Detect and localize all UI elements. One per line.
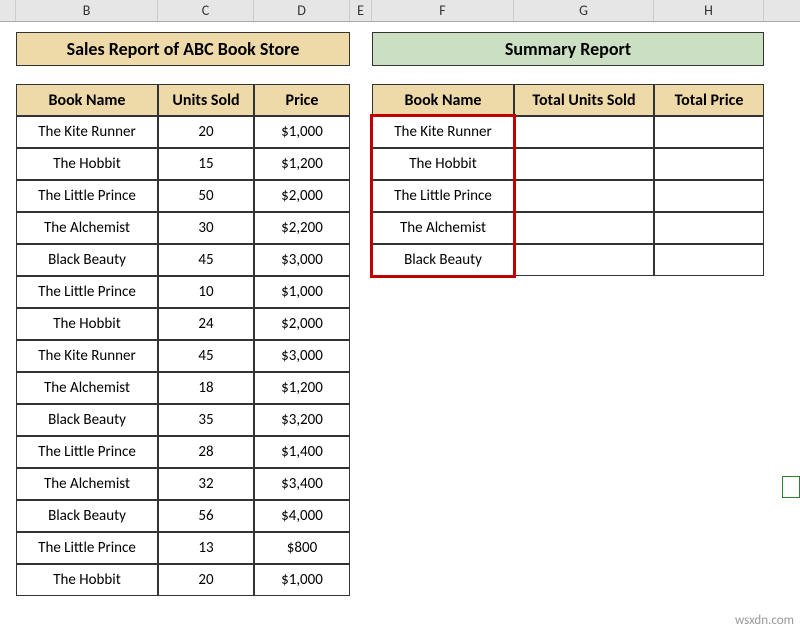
sales-cell-price[interactable]: $1,400 xyxy=(254,436,350,468)
sales-cell-price[interactable]: $2,000 xyxy=(254,308,350,340)
sales-cell-price[interactable]: $2,000 xyxy=(254,180,350,212)
sales-cell-price[interactable]: $1,000 xyxy=(254,564,350,596)
summary-cell-book[interactable]: Black Beauty xyxy=(372,244,514,276)
sales-cell-book[interactable]: The Little Prince xyxy=(16,180,158,212)
sales-cell-units[interactable]: 32 xyxy=(158,468,254,500)
selection-edge-indicator xyxy=(782,476,800,498)
sales-cell-price[interactable]: $1,000 xyxy=(254,116,350,148)
sales-cell-book[interactable]: The Alchemist xyxy=(16,212,158,244)
sales-cell-book[interactable]: The Little Prince xyxy=(16,276,158,308)
sales-cell-price[interactable]: $2,200 xyxy=(254,212,350,244)
watermark-text: wsxdn.com xyxy=(735,613,794,628)
sales-cell-book[interactable]: The Hobbit xyxy=(16,308,158,340)
sales-cell-book[interactable]: The Hobbit xyxy=(16,564,158,596)
sales-header-book[interactable]: Book Name xyxy=(16,84,158,116)
sales-cell-units[interactable]: 30 xyxy=(158,212,254,244)
sales-title[interactable]: Sales Report of ABC Book Store xyxy=(16,32,350,66)
sales-cell-book[interactable]: The Hobbit xyxy=(16,148,158,180)
sales-cell-book[interactable]: The Kite Runner xyxy=(16,116,158,148)
summary-cell-price[interactable] xyxy=(654,212,764,244)
col-header-e[interactable]: E xyxy=(350,0,372,21)
summary-cell-units[interactable] xyxy=(514,244,654,276)
col-header-b[interactable]: B xyxy=(16,0,158,21)
summary-cell-price[interactable] xyxy=(654,148,764,180)
col-header-f[interactable]: F xyxy=(372,0,514,21)
summary-header-book[interactable]: Book Name xyxy=(372,84,514,116)
sales-cell-book[interactable]: Black Beauty xyxy=(16,500,158,532)
col-header-h[interactable]: H xyxy=(654,0,764,21)
sales-cell-units[interactable]: 10 xyxy=(158,276,254,308)
summary-cell-units[interactable] xyxy=(514,212,654,244)
sales-cell-price[interactable]: $1,000 xyxy=(254,276,350,308)
sales-header-units[interactable]: Units Sold xyxy=(158,84,254,116)
col-header-g[interactable]: G xyxy=(514,0,654,21)
summary-cell-book[interactable]: The Little Prince xyxy=(372,180,514,212)
sales-cell-units[interactable]: 45 xyxy=(158,340,254,372)
sales-cell-book[interactable]: The Little Prince xyxy=(16,532,158,564)
sales-cell-price[interactable]: $3,000 xyxy=(254,340,350,372)
sales-cell-units[interactable]: 50 xyxy=(158,180,254,212)
sales-cell-units[interactable]: 15 xyxy=(158,148,254,180)
summary-cell-price[interactable] xyxy=(654,244,764,276)
summary-cell-price[interactable] xyxy=(654,180,764,212)
sales-cell-book[interactable]: The Kite Runner xyxy=(16,340,158,372)
col-header-c[interactable]: C xyxy=(158,0,254,21)
col-header-a[interactable] xyxy=(0,0,16,21)
column-headers-row: B C D E F G H xyxy=(0,0,800,22)
summary-cell-units[interactable] xyxy=(514,148,654,180)
sales-cell-price[interactable]: $4,000 xyxy=(254,500,350,532)
sales-cell-price[interactable]: $1,200 xyxy=(254,372,350,404)
sales-cell-units[interactable]: 20 xyxy=(158,564,254,596)
summary-cell-book[interactable]: The Kite Runner xyxy=(372,116,514,148)
sales-cell-units[interactable]: 18 xyxy=(158,372,254,404)
sales-cell-price[interactable]: $3,400 xyxy=(254,468,350,500)
summary-cell-price[interactable] xyxy=(654,116,764,148)
summary-cell-book[interactable]: The Hobbit xyxy=(372,148,514,180)
summary-cell-units[interactable] xyxy=(514,180,654,212)
sales-cell-units[interactable]: 35 xyxy=(158,404,254,436)
sales-cell-book[interactable]: The Little Prince xyxy=(16,436,158,468)
sales-cell-units[interactable]: 28 xyxy=(158,436,254,468)
sales-cell-price[interactable]: $3,000 xyxy=(254,244,350,276)
sales-cell-units[interactable]: 45 xyxy=(158,244,254,276)
summary-header-price[interactable]: Total Price xyxy=(654,84,764,116)
sales-cell-units[interactable]: 13 xyxy=(158,532,254,564)
sales-cell-book[interactable]: Black Beauty xyxy=(16,404,158,436)
sales-cell-book[interactable]: The Alchemist xyxy=(16,372,158,404)
sales-header-price[interactable]: Price xyxy=(254,84,350,116)
sales-cell-book[interactable]: The Alchemist xyxy=(16,468,158,500)
sales-cell-units[interactable]: 24 xyxy=(158,308,254,340)
sales-cell-price[interactable]: $800 xyxy=(254,532,350,564)
summary-cell-units[interactable] xyxy=(514,116,654,148)
summary-cell-book[interactable]: The Alchemist xyxy=(372,212,514,244)
sales-cell-units[interactable]: 56 xyxy=(158,500,254,532)
summary-header-units[interactable]: Total Units Sold xyxy=(514,84,654,116)
sales-cell-price[interactable]: $3,200 xyxy=(254,404,350,436)
sales-cell-units[interactable]: 20 xyxy=(158,116,254,148)
col-header-d[interactable]: D xyxy=(254,0,350,21)
sales-cell-price[interactable]: $1,200 xyxy=(254,148,350,180)
sales-cell-book[interactable]: Black Beauty xyxy=(16,244,158,276)
summary-title[interactable]: Summary Report xyxy=(372,32,764,66)
